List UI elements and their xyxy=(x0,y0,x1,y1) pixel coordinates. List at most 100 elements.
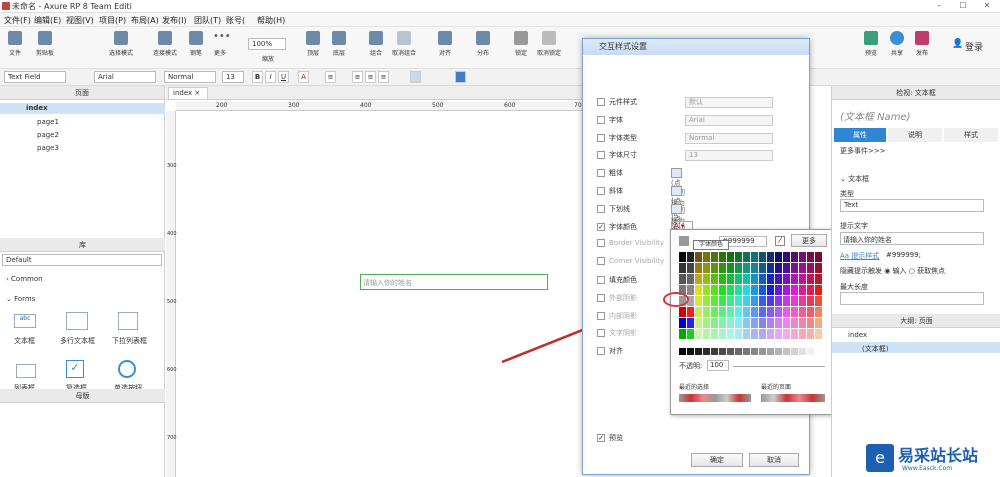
color-swatch[interactable] xyxy=(727,318,734,328)
color-swatch[interactable] xyxy=(695,329,702,339)
gray-swatch[interactable] xyxy=(783,348,790,355)
style-checkbox[interactable] xyxy=(597,239,605,248)
widget-name-field[interactable]: (文本框 Name) xyxy=(840,108,910,123)
checkbox-widget-icon[interactable]: ✓ xyxy=(66,360,84,378)
style-checkbox[interactable] xyxy=(597,169,605,178)
color-swatch[interactable] xyxy=(767,263,774,273)
color-swatch[interactable] xyxy=(727,285,734,295)
color-swatch[interactable] xyxy=(711,252,718,262)
menu-file[interactable]: 文件(F) xyxy=(4,15,31,26)
color-swatch[interactable] xyxy=(791,274,798,284)
select-mode-button[interactable]: 选择模式 xyxy=(108,31,134,57)
color-swatch[interactable] xyxy=(751,252,758,262)
style-checkbox[interactable] xyxy=(597,311,605,320)
type-select[interactable]: Text xyxy=(840,199,984,212)
outline-root[interactable]: index xyxy=(848,331,867,339)
color-swatch[interactable] xyxy=(743,263,750,273)
color-swatch[interactable] xyxy=(791,318,798,328)
bullet-icon[interactable]: ≡ xyxy=(325,71,336,83)
color-swatch[interactable] xyxy=(735,296,742,306)
color-swatch[interactable] xyxy=(703,274,710,284)
color-swatch[interactable] xyxy=(799,307,806,317)
style-checkbox[interactable] xyxy=(597,329,605,338)
color-swatch[interactable] xyxy=(751,296,758,306)
page-1[interactable]: page1 xyxy=(37,118,59,126)
color-swatch[interactable] xyxy=(791,307,798,317)
color-swatch[interactable] xyxy=(807,285,814,295)
textarea-widget-icon[interactable] xyxy=(66,312,88,330)
color-swatch[interactable] xyxy=(783,318,790,328)
color-swatch[interactable] xyxy=(679,329,686,339)
gray-swatch[interactable] xyxy=(791,348,798,355)
library-select[interactable]: Default xyxy=(2,254,162,266)
page-3[interactable]: page3 xyxy=(37,144,59,152)
style-row[interactable]: Border Visibility xyxy=(597,239,664,251)
color-grid[interactable] xyxy=(679,252,825,342)
color-swatch[interactable] xyxy=(775,252,782,262)
page-row-index[interactable] xyxy=(0,103,165,114)
font-size-select[interactable]: 13 xyxy=(222,71,244,83)
login-link[interactable]: 登录 xyxy=(965,40,983,53)
color-swatch[interactable] xyxy=(695,263,702,273)
color-swatch[interactable] xyxy=(735,285,742,295)
color-swatch[interactable] xyxy=(783,296,790,306)
gray-swatch[interactable] xyxy=(735,348,742,355)
outline-item[interactable]: (文本框) xyxy=(862,344,888,354)
radio-widget-icon[interactable] xyxy=(118,360,136,378)
color-swatch[interactable] xyxy=(807,274,814,284)
recent-page-swatches[interactable] xyxy=(761,394,825,402)
color-swatch[interactable] xyxy=(759,274,766,284)
color-swatch[interactable] xyxy=(767,252,774,262)
tab-notes[interactable]: 说明 xyxy=(888,128,942,142)
gray-swatch[interactable] xyxy=(679,348,686,355)
ungroup-button[interactable]: 取消组合 xyxy=(391,31,417,57)
color-swatch[interactable] xyxy=(783,274,790,284)
color-swatch[interactable] xyxy=(751,329,758,339)
style-row[interactable]: 字体 Arial xyxy=(597,114,773,127)
color-swatch[interactable] xyxy=(807,252,814,262)
font-select[interactable]: Arial xyxy=(94,71,156,83)
unlock-button[interactable]: 取消锁定 xyxy=(536,31,562,57)
share-button[interactable]: 共享 xyxy=(884,31,910,57)
style-row[interactable]: 元件样式 默认 xyxy=(597,97,773,109)
align-center-icon[interactable]: ≡ xyxy=(365,71,376,83)
hint-input[interactable]: 请输入你的姓名 xyxy=(840,232,984,245)
style-checkbox[interactable] xyxy=(597,347,605,356)
gray-swatch[interactable] xyxy=(703,348,710,355)
color-swatch[interactable] xyxy=(719,329,726,339)
gray-swatch[interactable] xyxy=(799,348,806,355)
color-swatch[interactable] xyxy=(703,296,710,306)
menu-project[interactable]: 项目(P) xyxy=(99,15,126,26)
color-swatch[interactable] xyxy=(767,285,774,295)
style-row[interactable]: 斜体(点击切换为斜体) xyxy=(597,186,685,245)
color-swatch[interactable] xyxy=(775,285,782,295)
color-swatch[interactable] xyxy=(791,285,798,295)
color-swatch[interactable] xyxy=(767,296,774,306)
gray-swatch[interactable] xyxy=(807,348,814,355)
color-swatch[interactable] xyxy=(727,252,734,262)
gray-swatch[interactable] xyxy=(775,348,782,355)
color-swatch[interactable] xyxy=(719,274,726,284)
minimize-icon[interactable]: – xyxy=(928,0,950,11)
color-swatch[interactable] xyxy=(687,274,694,284)
color-swatch[interactable] xyxy=(783,263,790,273)
gray-swatch[interactable] xyxy=(759,348,766,355)
align-right-icon[interactable]: ≡ xyxy=(378,71,389,83)
gray-swatch[interactable] xyxy=(767,348,774,355)
textbox-section[interactable]: ⌄ 文本框 xyxy=(840,174,869,184)
lock-button[interactable]: 锁定 xyxy=(508,31,534,57)
menu-view[interactable]: 视图(V) xyxy=(66,15,94,26)
color-swatch[interactable] xyxy=(679,307,686,317)
color-swatch[interactable] xyxy=(687,329,694,339)
textbox-widget-icon[interactable]: abc xyxy=(14,314,36,328)
color-swatch[interactable] xyxy=(703,307,710,317)
color-swatch[interactable] xyxy=(759,329,766,339)
color-swatch[interactable] xyxy=(711,263,718,273)
pen-button[interactable]: 钢笔 xyxy=(183,31,209,57)
color-swatch[interactable] xyxy=(743,318,750,328)
radio-input[interactable]: 输入 xyxy=(893,267,907,275)
color-swatch[interactable] xyxy=(815,263,822,273)
color-swatch[interactable] xyxy=(791,329,798,339)
color-swatch[interactable] xyxy=(687,285,694,295)
recent-selected-swatches[interactable] xyxy=(679,394,751,402)
